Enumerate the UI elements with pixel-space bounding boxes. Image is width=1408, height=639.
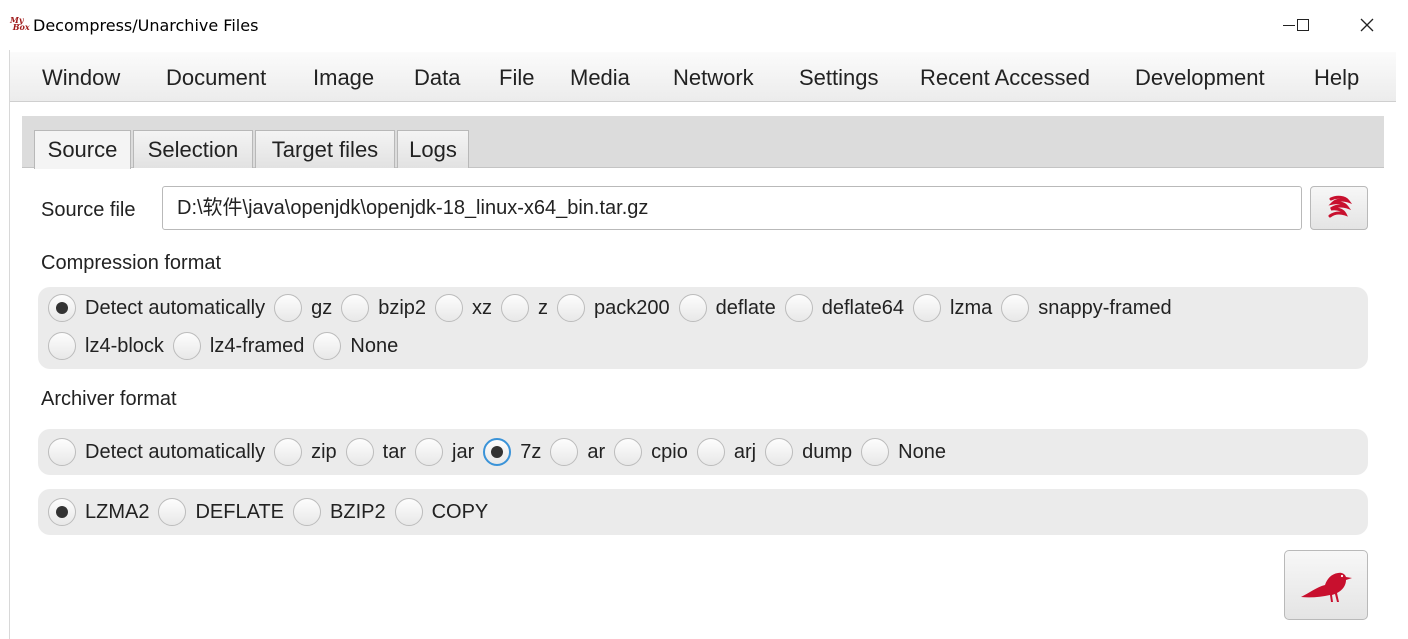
bird-icon (1301, 572, 1352, 602)
radio-button[interactable] (678, 294, 707, 322)
radio-archiver-zip[interactable]: zip (274, 438, 337, 466)
radio-compression-lzma[interactable]: lzma (913, 294, 992, 322)
radio-compression-deflate[interactable]: deflate (678, 294, 776, 322)
app-logo-icon: My Box (10, 15, 30, 32)
radio-compression-pack200[interactable]: pack200 (557, 294, 670, 322)
radio-archiver-detect[interactable]: Detect automatically (48, 438, 265, 466)
window-title: Decompress/Unarchive Files (33, 16, 259, 35)
sevenz-method-row: LZMA2 DEFLATE BZIP2 COPY (48, 497, 497, 527)
menu-development[interactable]: Development (1135, 65, 1265, 91)
menu-image[interactable]: Image (313, 65, 374, 91)
radio-button[interactable] (784, 294, 813, 322)
radio-button[interactable] (557, 294, 586, 322)
source-file-label: Source file (41, 199, 136, 221)
archiver-format-label: Archiver format (41, 388, 177, 410)
menu-settings[interactable]: Settings (799, 65, 879, 91)
radio-button[interactable] (913, 294, 941, 322)
archiver-row: Detect automatically zip tar jar 7z ar c… (48, 437, 955, 467)
menu-help[interactable]: Help (1314, 65, 1359, 91)
radio-button[interactable] (483, 438, 512, 466)
radio-button[interactable] (696, 438, 725, 466)
radio-button[interactable] (765, 438, 794, 466)
radio-method-lzma2[interactable]: LZMA2 (48, 498, 149, 526)
radio-method-copy[interactable]: COPY (394, 498, 488, 526)
radio-button[interactable] (435, 294, 464, 322)
radio-method-deflate[interactable]: DEFLATE (158, 498, 284, 526)
radio-button[interactable] (614, 438, 643, 466)
radio-button[interactable] (394, 498, 423, 526)
radio-button[interactable] (293, 498, 322, 526)
window-left-border (9, 50, 10, 639)
radio-method-bzip2[interactable]: BZIP2 (293, 498, 386, 526)
radio-compression-detect[interactable]: Detect automatically (48, 294, 265, 322)
menu-file[interactable]: File (499, 65, 534, 91)
compression-row-1: Detect automatically gz bzip2 xz z pack2… (48, 293, 1181, 323)
radio-button[interactable] (501, 294, 530, 322)
radio-button[interactable] (550, 438, 579, 466)
radio-compression-lz4-framed[interactable]: lz4-framed (172, 332, 304, 360)
radio-button[interactable] (48, 498, 76, 526)
radio-button[interactable] (1001, 294, 1030, 322)
sevenz-method-group: LZMA2 DEFLATE BZIP2 COPY (38, 489, 1368, 535)
compression-format-label: Compression format (41, 252, 222, 274)
radio-button[interactable] (274, 438, 303, 466)
maximize-button[interactable] (1280, 0, 1326, 50)
radio-button[interactable] (48, 438, 76, 466)
maximize-icon (1297, 19, 1309, 31)
radio-archiver-jar[interactable]: jar (415, 438, 474, 466)
radio-button[interactable] (48, 294, 76, 322)
close-button[interactable] (1344, 0, 1390, 50)
radio-compression-lz4-block[interactable]: lz4-block (48, 332, 164, 360)
menu-media[interactable]: Media (570, 65, 630, 91)
select-source-file-button[interactable] (1310, 186, 1368, 230)
radio-archiver-cpio[interactable]: cpio (614, 438, 688, 466)
compression-format-group: Detect automatically gz bzip2 xz z pack2… (38, 287, 1368, 369)
radio-compression-snappy-framed[interactable]: snappy-framed (1001, 294, 1172, 322)
archiver-format-group: Detect automatically zip tar jar 7z ar c… (38, 429, 1368, 475)
close-icon (1360, 18, 1374, 32)
radio-compression-bzip2[interactable]: bzip2 (341, 294, 426, 322)
radio-compression-none[interactable]: None (313, 332, 398, 360)
radio-archiver-none[interactable]: None (861, 438, 946, 466)
radio-compression-gz[interactable]: gz (274, 294, 332, 322)
main-content: Source Selection Target files Logs Sourc… (22, 112, 1384, 639)
radio-button[interactable] (341, 294, 370, 322)
radio-button[interactable] (158, 498, 187, 526)
radio-button[interactable] (172, 332, 201, 360)
radio-button[interactable] (415, 438, 443, 466)
radio-button[interactable] (48, 332, 76, 360)
radio-archiver-arj[interactable]: arj (696, 438, 756, 466)
radio-archiver-ar[interactable]: ar (550, 438, 605, 466)
radio-archiver-dump[interactable]: dump (765, 438, 852, 466)
radio-button[interactable] (861, 438, 890, 466)
radio-compression-xz[interactable]: xz (435, 294, 492, 322)
tab-selection[interactable]: Selection (133, 130, 253, 168)
radio-button[interactable] (345, 438, 374, 466)
tab-bar: Source Selection Target files Logs (22, 116, 1384, 169)
menu-data[interactable]: Data (414, 65, 460, 91)
title-bar: My Box Decompress/Unarchive Files (0, 0, 1408, 50)
menu-window[interactable]: Window (42, 65, 120, 91)
menu-bar: Window Document Image Data File Media Ne… (10, 52, 1396, 102)
radio-archiver-7z[interactable]: 7z (483, 438, 541, 466)
source-file-input[interactable]: D:\软件\java\openjdk\openjdk-18_linux-x64_… (162, 186, 1302, 230)
menu-network[interactable]: Network (673, 65, 754, 91)
tab-source[interactable]: Source (34, 130, 131, 169)
menu-document[interactable]: Document (166, 65, 266, 91)
start-button[interactable] (1284, 550, 1368, 620)
radio-button[interactable] (274, 294, 303, 322)
radio-compression-z[interactable]: z (501, 294, 548, 322)
menu-recent-accessed[interactable]: Recent Accessed (920, 65, 1090, 91)
compression-row-2: lz4-block lz4-framed None (48, 331, 407, 361)
radio-compression-deflate64[interactable]: deflate64 (784, 294, 904, 322)
radio-button[interactable] (313, 332, 342, 360)
tab-target-files[interactable]: Target files (255, 130, 395, 168)
file-picker-icon (1328, 195, 1353, 218)
tab-logs[interactable]: Logs (397, 130, 469, 168)
radio-archiver-tar[interactable]: tar (345, 438, 406, 466)
